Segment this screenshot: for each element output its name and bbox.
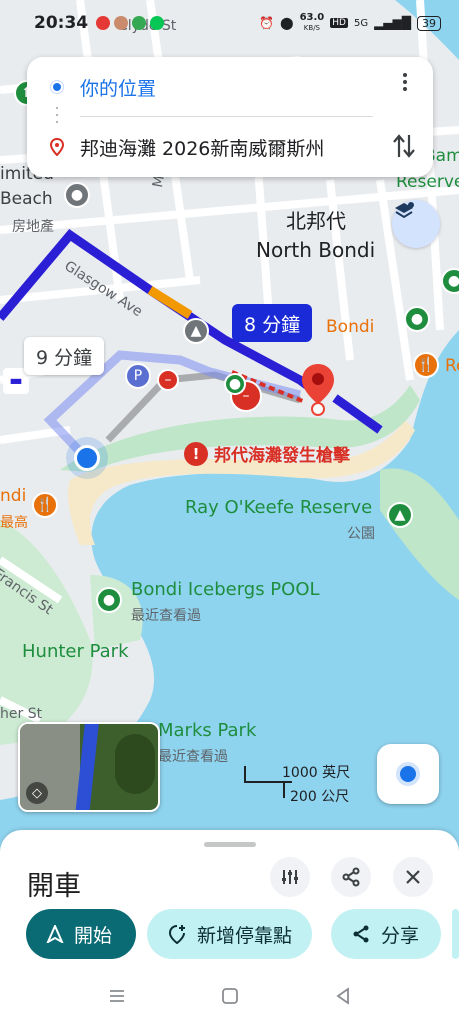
park-icon[interactable]: ▲ (387, 502, 413, 528)
more-options-icon[interactable] (393, 67, 417, 97)
alert-icon: ! (184, 441, 208, 466)
origin-row[interactable]: 你的位置 (27, 65, 433, 109)
share-pill-icon (353, 925, 369, 943)
3d-cube-icon: ◇ (26, 782, 48, 804)
map-label-recent-2: 最近查看過 (158, 749, 228, 765)
street-view-thumbnail[interactable]: ◇ (18, 722, 160, 812)
scale-meters: 200 公尺 (290, 789, 350, 805)
back-icon[interactable] (334, 987, 352, 1005)
more-actions-pill[interactable] (452, 909, 459, 959)
share-button[interactable]: 分享 (331, 909, 441, 959)
share-label: 分享 (381, 924, 420, 947)
recent-apps-icon[interactable] (108, 987, 126, 1005)
destination-field[interactable]: 邦迪海灘 2026新南威爾斯州 (80, 134, 324, 161)
map-label-park: 公園 (347, 526, 375, 542)
signal-5g: 5G (353, 17, 369, 29)
no-entry-icon[interactable]: – (157, 369, 179, 391)
school-icon[interactable]: ▲ (183, 318, 209, 344)
route-options-button[interactable] (270, 857, 310, 897)
navigation-arrow-icon (46, 925, 64, 943)
origin-dot-icon (51, 81, 63, 93)
notification-line-icon (150, 16, 165, 30)
status-time: 20:34 (34, 13, 89, 33)
share-icon (342, 867, 360, 887)
destination-row[interactable]: 邦迪海灘 2026新南威爾斯州 (27, 125, 433, 169)
my-location-icon (400, 766, 416, 782)
street-label-her: her St (0, 706, 43, 722)
status-bar: 20:34 ⏰ ⬤ 63.0 KB/S HD 5G ▂▄▆█ 39 (0, 0, 459, 46)
layers-icon (395, 202, 414, 219)
start-label: 開始 (74, 924, 113, 947)
restaurant-icon-2[interactable]: 🍴 (32, 492, 58, 518)
notification-icons (96, 16, 165, 30)
map-label-marks-park[interactable]: Marks Park (158, 720, 256, 741)
add-stop-label: 新增停靠點 (197, 924, 293, 947)
signal-bars-icon: ▂▄▆█ (374, 16, 411, 30)
map-label-bondi: Bondi (326, 317, 375, 337)
route-card: 你的位置 邦迪海灘 2026新南威爾斯州 (27, 57, 433, 177)
system-nav-bar (0, 970, 459, 1024)
my-location-button[interactable] (377, 744, 439, 804)
tune-icon (282, 870, 298, 884)
map-label-north-bondi-en: North Bondi (256, 238, 376, 262)
map-label-recent-1: 最近查看過 (131, 608, 201, 624)
restaurant-icon[interactable]: 🍴 (413, 352, 439, 378)
layers-button[interactable] (392, 200, 440, 248)
add-location-icon (168, 925, 185, 944)
map-label-icebergs[interactable]: Bondi Icebergs POOL (131, 579, 320, 600)
hd-badge: HD (330, 18, 348, 28)
map-label-ray-okeefe[interactable]: Ray O'Keefe Reserve (185, 497, 372, 518)
route-connector (56, 107, 58, 123)
map-poi-green-4[interactable]: ● (404, 306, 430, 332)
location-status-icon: ⬤ (280, 16, 294, 30)
scale-feet: 1000 英尺 (282, 765, 351, 781)
start-navigation-button[interactable]: 開始 (26, 909, 136, 959)
map-label-realestate: 房地產 (12, 219, 54, 235)
travel-mode-title: 開車 (27, 871, 81, 902)
map-label-hunter-park[interactable]: Hunter Park (22, 641, 129, 662)
current-location-dot (74, 445, 100, 471)
battery-indicator: 39 (417, 15, 441, 31)
close-button[interactable] (393, 857, 433, 897)
home-icon[interactable] (221, 987, 239, 1005)
map-poi-green-2[interactable]: ● (224, 373, 246, 395)
destination-pin-icon[interactable] (300, 362, 336, 416)
sheet-drag-handle[interactable] (204, 842, 256, 847)
map-label-ndi: ndi (0, 486, 27, 506)
map-label-north-bondi-zh: 北邦代 (286, 209, 346, 233)
notification-app-icon-1 (96, 16, 111, 30)
notification-message-icon (132, 16, 147, 30)
parking-icon[interactable]: P (125, 363, 151, 389)
route-duration-alt[interactable]: 9 分鐘 (24, 337, 105, 375)
route-duration-selected[interactable]: 8 分鐘 (232, 304, 313, 342)
route-card-divider (80, 116, 373, 117)
origin-field[interactable]: 你的位置 (80, 74, 156, 101)
directions-sheet: 開車 開始 新增停靠點 分享 (0, 830, 459, 970)
destination-pin-small-icon (49, 138, 65, 156)
map-label-most-high: 最高 (0, 515, 28, 531)
pool-poi-icon[interactable]: ● (96, 587, 122, 613)
network-speed: 63.0 (299, 12, 325, 23)
add-stop-button[interactable]: 新增停靠點 (147, 909, 313, 959)
shooting-alert-label: 邦代海灘發生槍擊 (214, 446, 350, 466)
network-speed-unit: KB/S (303, 24, 320, 32)
swap-icon[interactable] (391, 131, 417, 161)
map-scale: 1000 英尺 200 公尺 (244, 762, 364, 805)
notification-avatar-icon (114, 16, 129, 30)
map-label-beach: Beach (0, 189, 53, 209)
map-label-re: Re (445, 356, 459, 376)
share-route-button[interactable] (331, 857, 371, 897)
alarm-icon: ⏰ (259, 16, 275, 30)
map-poi-grey[interactable]: ● (64, 182, 90, 208)
shooting-alert[interactable]: ! 邦代海灘發生槍擊 (184, 441, 350, 466)
close-icon (406, 870, 420, 884)
